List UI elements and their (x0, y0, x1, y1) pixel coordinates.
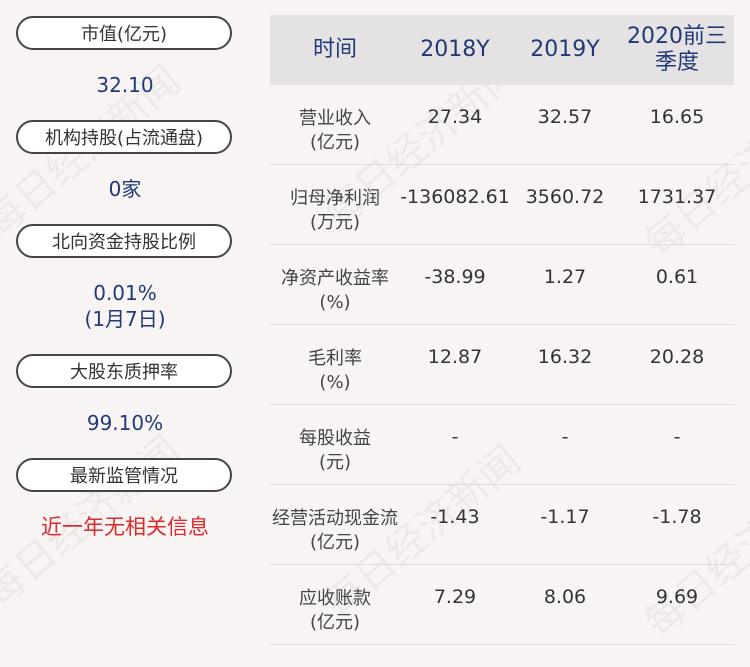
cell: 20.28 (649, 346, 705, 368)
row-label: 归母净利润 (万元) (290, 188, 380, 233)
cell: 32.57 (537, 106, 593, 128)
market-cap-label: 市值(亿元) (16, 16, 232, 50)
table-row: 归母净利润 (万元) -136082.61 3560.72 1731.37 (270, 165, 734, 245)
pledge-ratio-label: 大股东质押率 (16, 354, 232, 388)
table-row: 营业收入 (亿元) 27.34 32.57 16.65 (270, 85, 734, 165)
left-panel: 市值(亿元) 32.10 机构持股(占流通盘) 0家 北向资金持股比例 0.01… (0, 0, 250, 667)
cell: 8.06 (543, 586, 587, 608)
table-row: 应收账款 (亿元) 7.29 8.06 9.69 (270, 565, 734, 645)
cell: 3560.72 (525, 186, 605, 208)
cell: 1731.37 (637, 186, 717, 208)
northbound-ratio-label: 北向资金持股比例 (16, 224, 232, 258)
cell: -1.43 (430, 506, 480, 528)
cell: 16.65 (649, 106, 705, 128)
cell: - (451, 426, 459, 448)
cell: 27.34 (427, 106, 483, 128)
cell: - (561, 426, 569, 448)
regulation-value: 近一年无相关信息 (41, 515, 209, 539)
cell: -1.78 (652, 506, 702, 528)
cell: 16.32 (537, 346, 593, 368)
header-2019: 2019Y (530, 37, 600, 62)
northbound-ratio-value: 0.01% (93, 281, 157, 305)
table-row: 净资产收益率 (%) -38.99 1.27 0.61 (270, 245, 734, 325)
table-header: 时间 2018Y 2019Y 2020前三 季度 (270, 15, 734, 85)
row-label: 应收账款 (亿元) (299, 588, 371, 633)
cell: 12.87 (427, 346, 483, 368)
institution-holding-label: 机构持股(占流通盘) (16, 120, 232, 154)
row-label: 营业收入 (亿元) (299, 108, 371, 153)
header-time: 时间 (312, 37, 357, 62)
table-row: 毛利率 (%) 12.87 16.32 20.28 (270, 325, 734, 405)
regulation-label: 最新监管情况 (16, 458, 232, 492)
row-label: 每股收益 (元) (299, 428, 371, 473)
row-label: 毛利率 (%) (308, 348, 362, 393)
cell: 0.61 (655, 266, 699, 288)
cell: -136082.61 (400, 186, 510, 208)
northbound-ratio-date: (1月7日) (84, 307, 166, 331)
table-row: 每股收益 (元) - - - (270, 405, 734, 485)
pledge-ratio-value: 99.10% (86, 411, 164, 435)
market-cap-value: 32.10 (96, 73, 154, 97)
financial-table: 时间 2018Y 2019Y 2020前三 季度 营业收入 (亿元) 27.34 … (270, 15, 734, 645)
row-label: 经营活动现金流 (亿元) (272, 508, 398, 553)
cell: 7.29 (433, 586, 477, 608)
institution-holding-value: 0家 (108, 177, 142, 201)
header-2020q3-line2: 季度 (654, 50, 699, 75)
cell: 1.27 (543, 266, 587, 288)
row-label: 净资产收益率 (%) (281, 268, 389, 313)
cell: - (673, 426, 681, 448)
cell: -38.99 (424, 266, 486, 288)
cell: 9.69 (655, 586, 699, 608)
cell: -1.17 (540, 506, 590, 528)
header-2020q3: 2020前三 季度 (620, 15, 734, 85)
header-2020q3-line1: 2020前三 (627, 24, 727, 49)
table-row: 经营活动现金流 (亿元) -1.43 -1.17 -1.78 (270, 485, 734, 565)
header-2018: 2018Y (420, 37, 490, 62)
